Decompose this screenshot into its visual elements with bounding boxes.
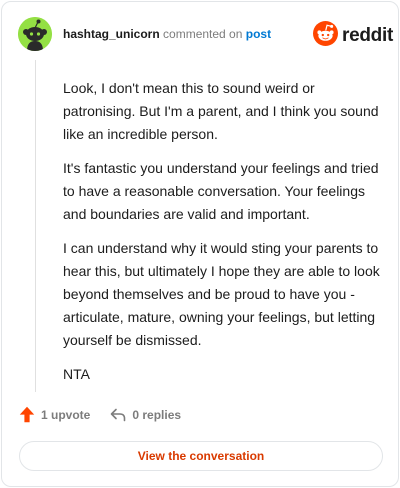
reddit-logo[interactable]: reddit [313, 21, 393, 51]
comment-body: Look, I don't mean this to sound weird o… [63, 77, 385, 397]
upvote-button[interactable]: 1 upvote [19, 406, 90, 423]
comment-paragraph: Look, I don't mean this to sound weird o… [63, 80, 379, 142]
view-conversation-button[interactable]: View the conversation [19, 441, 383, 471]
post-link[interactable]: post [246, 27, 271, 41]
comment-paragraph: It's fantastic you understand your feeli… [63, 160, 379, 222]
commented-on-text: commented on [163, 27, 243, 41]
upvote-arrow-icon [19, 406, 35, 423]
reply-arrow-icon [110, 408, 126, 422]
comment-header: hashtag_unicorn commented on post [63, 27, 271, 41]
reply-button[interactable]: 0 replies [110, 408, 181, 422]
comment-card: hashtag_unicorn commented on post reddit… [1, 1, 399, 487]
reddit-wordmark: reddit [342, 25, 393, 46]
comment-actions: 1 upvote 0 replies [19, 406, 181, 423]
thread-line[interactable] [35, 60, 36, 392]
reddit-logo-icon [313, 21, 338, 51]
comment-paragraph: I can understand why it would sting your… [63, 240, 380, 348]
upvote-count: 1 upvote [41, 407, 91, 422]
reply-count: 0 replies [132, 407, 182, 422]
comment-paragraph: NTA [63, 366, 90, 382]
snoo-avatar-icon[interactable] [18, 17, 52, 51]
username-link[interactable]: hashtag_unicorn [63, 27, 160, 41]
